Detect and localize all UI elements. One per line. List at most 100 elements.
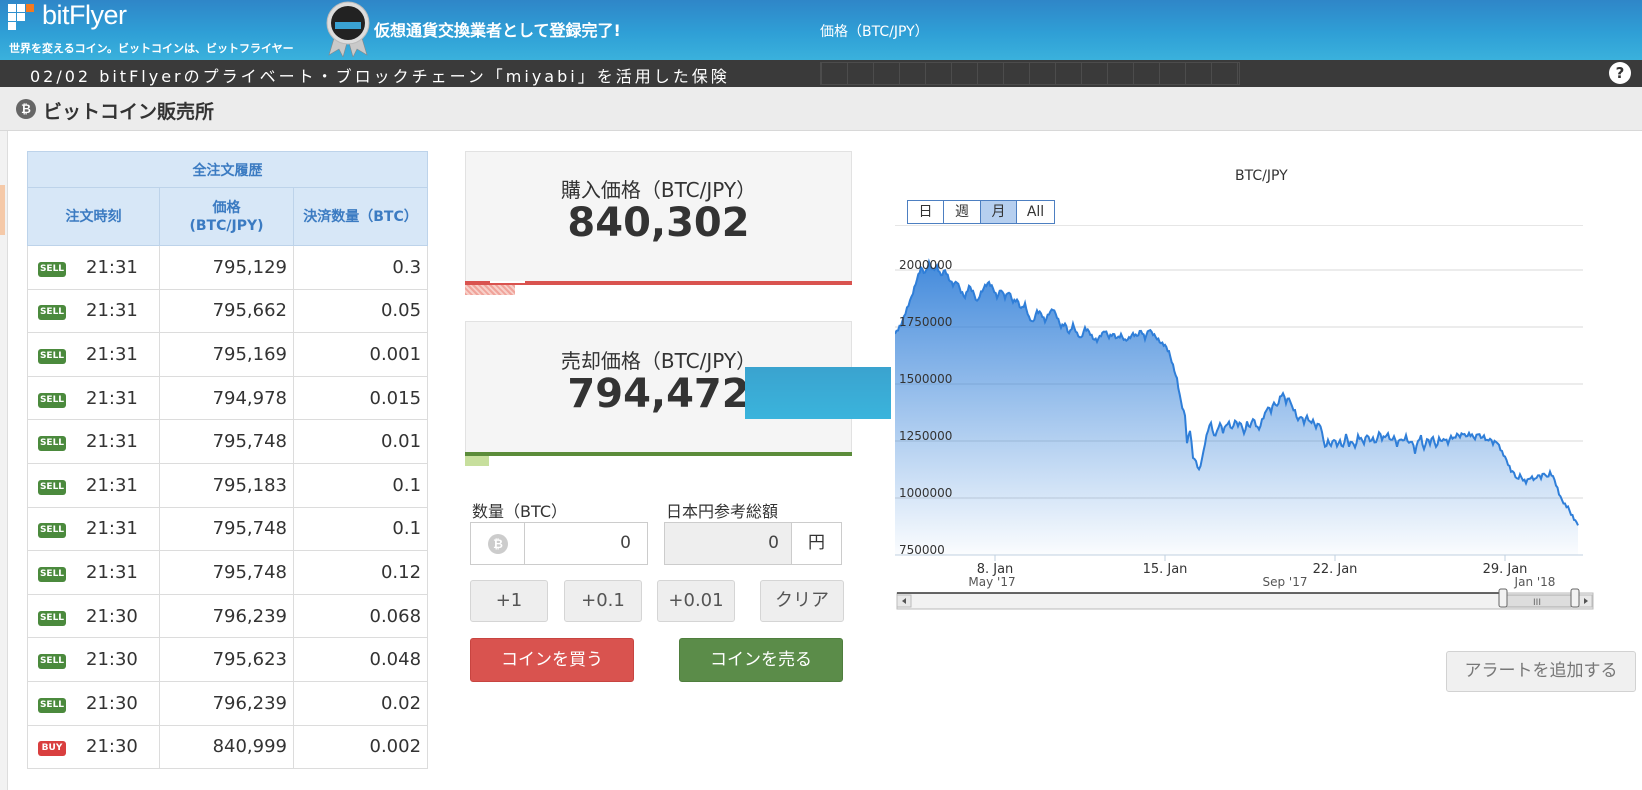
range-week-button[interactable]: 週 (944, 201, 981, 223)
step-plus-0-1-button[interactable]: +0.1 (564, 580, 642, 622)
table-row: SELL 21:31 795,748 0.12 (27, 550, 429, 595)
order-time-cell: SELL 21:31 (27, 375, 160, 421)
navigator-label: Jan '18 (1514, 575, 1556, 589)
chart-title: BTC/JPY (1235, 168, 1288, 184)
order-time-cell: SELL 21:31 (27, 245, 160, 290)
order-qty: 0.048 (292, 637, 429, 682)
jpy-total-field: 0 円 (664, 522, 842, 565)
order-time: 21:30 (86, 692, 138, 714)
qty-label: 数量（BTC） (472, 502, 567, 521)
bitflyer-page: bitFlyer 世界を変えるコイン。ビットコインは、ビットフライヤー 仮想通貨… (0, 0, 1642, 790)
registration-text: 仮想通貨交換業者として登録完了! (374, 21, 621, 40)
sell-badge: SELL (38, 392, 66, 408)
buy-price-label: 購入価格（BTC/JPY） (560, 178, 757, 202)
table-row: SELL 21:31 795,169 0.001 (27, 332, 429, 377)
registration-badge-icon (326, 1, 370, 57)
price-chart[interactable]: 7500001000000125000015000001750000200000… (895, 225, 1625, 635)
buy-price-panel: 購入価格（BTC/JPY） 840,302 (465, 151, 852, 282)
overlay-block (745, 367, 891, 419)
order-time-cell: SELL 21:31 (27, 550, 160, 595)
buy-coin-button[interactable]: コインを買う (470, 638, 634, 682)
sell-badge: SELL (38, 348, 66, 364)
order-time-cell: SELL 21:31 (27, 419, 160, 464)
col-header-price: 価格 (BTC/JPY) (159, 187, 294, 246)
ticker-text[interactable]: 02/02 bitFlyerのプライベート・ブロックチェーン「miyabi」を活… (30, 63, 730, 87)
y-tick-label: 1500000 (899, 372, 952, 386)
step-plus-0-01-button[interactable]: +0.01 (657, 580, 735, 622)
table-row: SELL 21:31 794,978 0.015 (27, 375, 429, 421)
sell-badge: SELL (38, 566, 66, 582)
thumb-grip: III (1533, 598, 1541, 608)
sell-badge: SELL (38, 436, 66, 452)
clear-button[interactable]: クリア (760, 580, 844, 622)
jpy-total-label: 日本円参考総額 (666, 502, 779, 521)
table-row: SELL 21:31 795,662 0.05 (27, 288, 429, 334)
price-area (895, 261, 1578, 555)
order-time-cell: SELL 21:31 (27, 332, 160, 377)
order-time-cell: SELL 21:31 (27, 288, 160, 334)
sell-badge: SELL (38, 697, 66, 713)
logo-text[interactable]: bitFlyer (42, 0, 127, 31)
navigator-bar (896, 592, 1594, 610)
range-month-button[interactable]: 月 (981, 201, 1017, 223)
col-header-qty: 決済数量（BTC） (292, 187, 429, 246)
order-time: 21:31 (86, 343, 138, 365)
order-qty: 0.12 (292, 550, 429, 595)
table-row: SELL 21:30 795,623 0.048 (27, 637, 429, 682)
sidebar-accent (0, 185, 5, 235)
sell-badge: SELL (38, 654, 66, 670)
order-time: 21:30 (86, 736, 138, 758)
order-time-cell: SELL 21:30 (27, 680, 160, 726)
order-price: 840,999 (159, 724, 294, 770)
order-qty: 0.002 (292, 724, 429, 770)
navigator-label: May '17 (968, 575, 1015, 589)
add-alert-button[interactable]: アラートを追加する (1446, 651, 1636, 692)
order-time: 21:31 (86, 561, 138, 583)
order-price: 795,748 (159, 506, 294, 552)
order-qty: 0.3 (292, 245, 429, 290)
table-row: SELL 21:30 796,239 0.02 (27, 680, 429, 726)
qty-value[interactable]: 0 (620, 533, 631, 553)
order-time-cell: SELL 21:30 (27, 637, 160, 682)
bitcoin-icon: ₿ (488, 534, 508, 554)
order-qty: 0.02 (292, 680, 429, 726)
sell-badge: SELL (38, 305, 66, 321)
help-icon[interactable]: ? (1609, 62, 1631, 84)
range-day-button[interactable]: 日 (908, 201, 944, 223)
navigator-handle (1498, 588, 1508, 608)
order-time-cell: SELL 21:30 (27, 593, 160, 639)
site-header: bitFlyer 世界を変えるコイン。ビットコインは、ビットフライヤー 仮想通貨… (0, 0, 1642, 60)
step-plus-1-button[interactable]: +1 (470, 580, 548, 622)
order-price: 795,748 (159, 419, 294, 464)
order-time-cell: SELL 21:31 (27, 506, 160, 552)
sell-price-indicator (465, 456, 489, 466)
jpy-unit: 円 (791, 523, 841, 564)
buy-price-marker (490, 281, 525, 283)
y-tick-label: 1250000 (899, 429, 952, 443)
order-price: 795,129 (159, 245, 294, 290)
qty-input[interactable]: ₿ 0 (470, 522, 648, 565)
order-price: 795,183 (159, 462, 294, 508)
order-qty: 0.015 (292, 375, 429, 421)
order-price: 796,239 (159, 593, 294, 639)
table-row: SELL 21:31 795,129 0.3 (27, 245, 429, 290)
col-header-price-label: 価格 (212, 199, 241, 216)
table-row: SELL 21:31 795,748 0.1 (27, 506, 429, 552)
bitcoin-icon: ₿ (16, 99, 36, 119)
sell-badge: SELL (38, 523, 66, 539)
buy-price-value: 840,302 (567, 200, 750, 246)
bitflyer-logo-icon[interactable] (8, 4, 38, 30)
order-time: 21:31 (86, 300, 138, 322)
news-ticker[interactable]: 02/02 bitFlyerのプライベート・ブロックチェーン「miyabi」を活… (0, 60, 1642, 87)
y-tick-label: 1750000 (899, 315, 952, 329)
x-tick-label: 22. Jan (1313, 562, 1358, 577)
table-row: SELL 21:31 795,748 0.01 (27, 419, 429, 464)
order-time: 21:31 (86, 474, 138, 496)
sell-coin-button[interactable]: コインを売る (679, 638, 843, 682)
order-price: 795,169 (159, 332, 294, 377)
ticker-background (820, 62, 1240, 85)
col-header-price-unit: (BTC/JPY) (189, 217, 264, 234)
range-all-button[interactable]: All (1017, 201, 1054, 223)
table-row: BUY 21:30 840,999 0.002 (27, 724, 429, 770)
x-tick-label: 15. Jan (1143, 562, 1188, 577)
